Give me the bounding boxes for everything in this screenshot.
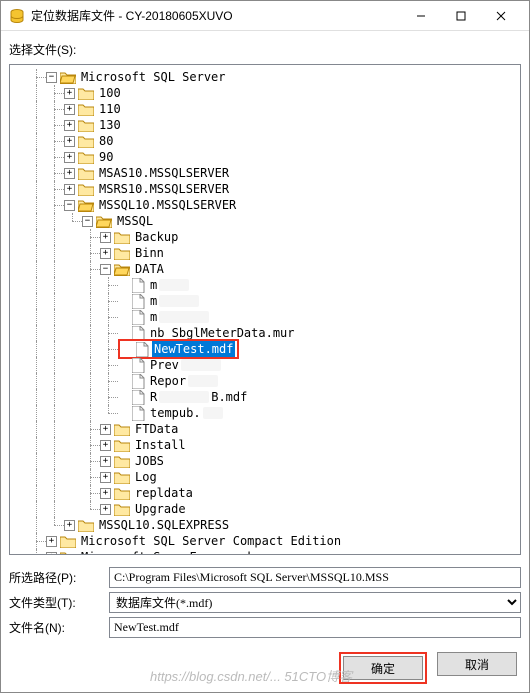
- tree-item-label[interactable]: Microsoft SQL Server: [79, 69, 228, 85]
- tree-row[interactable]: +90: [10, 149, 520, 165]
- file-name-field[interactable]: NewTest.mdf: [109, 617, 521, 638]
- select-file-label: 选择文件(S):: [9, 41, 521, 58]
- selected-path-field[interactable]: C:\Program Files\Microsoft SQL Server\MS…: [109, 567, 521, 588]
- titlebar: 定位数据库文件 - CY-20180605XUVO: [1, 1, 529, 31]
- tree-row[interactable]: m: [10, 277, 520, 293]
- tree-item-label[interactable]: tempub.: [148, 405, 203, 421]
- selected-path-label: 所选路径(P):: [9, 569, 109, 586]
- tree-row[interactable]: +100: [10, 85, 520, 101]
- tree-row[interactable]: + MSSQL10.SQLEXPRESS: [10, 517, 520, 533]
- tree-item-label[interactable]: R: [148, 389, 159, 405]
- tree-expander[interactable]: +: [100, 424, 111, 435]
- tree-item-label[interactable]: Backup: [133, 229, 180, 245]
- tree-item-label[interactable]: m: [148, 309, 159, 325]
- tree-expander[interactable]: +: [100, 456, 111, 467]
- tree-expander[interactable]: +: [64, 184, 75, 195]
- ok-button-highlight: 确定: [339, 652, 427, 684]
- tree-expander[interactable]: +: [64, 104, 75, 115]
- tree-item-label[interactable]: FTData: [133, 421, 180, 437]
- tree-row[interactable]: +80: [10, 133, 520, 149]
- tree-row[interactable]: Repor: [10, 373, 520, 389]
- minimize-button[interactable]: [401, 2, 441, 30]
- window-title: 定位数据库文件 - CY-20180605XUVO: [31, 7, 401, 24]
- tree-expander[interactable]: +: [100, 248, 111, 259]
- tree-expander[interactable]: +: [100, 472, 111, 483]
- tree-expander[interactable]: +: [64, 168, 75, 179]
- tree-row[interactable]: + MSRS10.MSSQLSERVER: [10, 181, 520, 197]
- tree-item-label[interactable]: 130: [97, 117, 123, 133]
- tree-item-label[interactable]: JOBS: [133, 453, 166, 469]
- tree-expander[interactable]: +: [100, 488, 111, 499]
- tree-row[interactable]: − MSSQL10.MSSQLSERVER: [10, 197, 520, 213]
- file-type-select[interactable]: 数据库文件(*.mdf): [109, 592, 521, 613]
- close-button[interactable]: [481, 2, 521, 30]
- tree-item-label[interactable]: MSSQL: [115, 213, 155, 229]
- tree-row[interactable]: + repldata: [10, 485, 520, 501]
- tree-expander[interactable]: +: [100, 232, 111, 243]
- tree-expander[interactable]: +: [46, 536, 57, 547]
- tree-item-label[interactable]: m: [148, 293, 159, 309]
- tree-item-label[interactable]: 110: [97, 101, 123, 117]
- tree-item-label[interactable]: m: [148, 277, 159, 293]
- tree-row[interactable]: + JOBS: [10, 453, 520, 469]
- tree-item-label[interactable]: Log: [133, 469, 159, 485]
- tree-row[interactable]: + FTData: [10, 421, 520, 437]
- database-icon: [9, 8, 25, 24]
- tree-row[interactable]: + MSAS10.MSSQLSERVER: [10, 165, 520, 181]
- tree-row[interactable]: − Microsoft SQL Server: [10, 69, 520, 85]
- tree-row[interactable]: − MSSQL: [10, 213, 520, 229]
- tree-row[interactable]: − DATA: [10, 261, 520, 277]
- tree-item-label[interactable]: Prev: [148, 357, 181, 373]
- tree-item-label[interactable]: MSAS10.MSSQLSERVER: [97, 165, 231, 181]
- tree-item-label[interactable]: Upgrade: [133, 501, 188, 517]
- tree-row[interactable]: + Microsoft SQL Server Compact Edition: [10, 533, 520, 549]
- tree-item-label[interactable]: MSRS10.MSSQLSERVER: [97, 181, 231, 197]
- tree-item-label[interactable]: DATA: [133, 261, 166, 277]
- tree-item-label[interactable]: MSSQL10.MSSQLSERVER: [97, 197, 238, 213]
- tree-row[interactable]: RB.mdf: [10, 389, 520, 405]
- tree-expander[interactable]: +: [64, 520, 75, 531]
- tree-item-label[interactable]: 90: [97, 149, 115, 165]
- cancel-button[interactable]: 取消: [437, 652, 517, 676]
- tree-expander[interactable]: +: [64, 120, 75, 131]
- tree-expander[interactable]: +: [64, 152, 75, 163]
- tree-item-label[interactable]: Repor: [148, 373, 188, 389]
- tree-expander[interactable]: +: [64, 136, 75, 147]
- tree-expander[interactable]: −: [82, 216, 93, 227]
- tree-row[interactable]: + Install: [10, 437, 520, 453]
- tree-row[interactable]: m: [10, 309, 520, 325]
- tree-expander[interactable]: +: [100, 440, 111, 451]
- tree-item-label[interactable]: Binn: [133, 245, 166, 261]
- tree-item-label[interactable]: NewTest.mdf: [152, 341, 235, 357]
- tree-item-label[interactable]: 80: [97, 133, 115, 149]
- tree-row[interactable]: + Log: [10, 469, 520, 485]
- tree-item-label[interactable]: MSSQL10.SQLEXPRESS: [97, 517, 231, 533]
- ok-button[interactable]: 确定: [343, 656, 423, 680]
- tree-expander[interactable]: −: [100, 264, 111, 275]
- tree-row[interactable]: tempub.: [10, 405, 520, 421]
- tree-row[interactable]: NewTest.mdf: [10, 341, 520, 357]
- tree-expander[interactable]: −: [46, 72, 57, 83]
- tree-item-label[interactable]: Microsoft SQL Server Compact Edition: [79, 533, 343, 549]
- file-tree[interactable]: −Microsoft SQL Server+100+110+130+80+90+…: [9, 64, 521, 555]
- tree-item-label[interactable]: 100: [97, 85, 123, 101]
- tree-row[interactable]: +110: [10, 101, 520, 117]
- tree-expander[interactable]: +: [64, 88, 75, 99]
- tree-row[interactable]: +130: [10, 117, 520, 133]
- file-name-label: 文件名(N):: [9, 619, 109, 636]
- tree-row[interactable]: + Upgrade: [10, 501, 520, 517]
- tree-item-label[interactable]: repldata: [133, 485, 195, 501]
- tree-row[interactable]: + Backup: [10, 229, 520, 245]
- tree-expander[interactable]: +: [100, 504, 111, 515]
- maximize-button[interactable]: [441, 2, 481, 30]
- file-type-label: 文件类型(T):: [9, 594, 109, 611]
- tree-row[interactable]: nb_SbglMeterData.mur: [10, 325, 520, 341]
- tree-item-label[interactable]: Install: [133, 437, 188, 453]
- tree-row[interactable]: + Binn: [10, 245, 520, 261]
- tree-row[interactable]: m: [10, 293, 520, 309]
- tree-row[interactable]: Prev: [10, 357, 520, 373]
- tree-expander[interactable]: −: [64, 200, 75, 211]
